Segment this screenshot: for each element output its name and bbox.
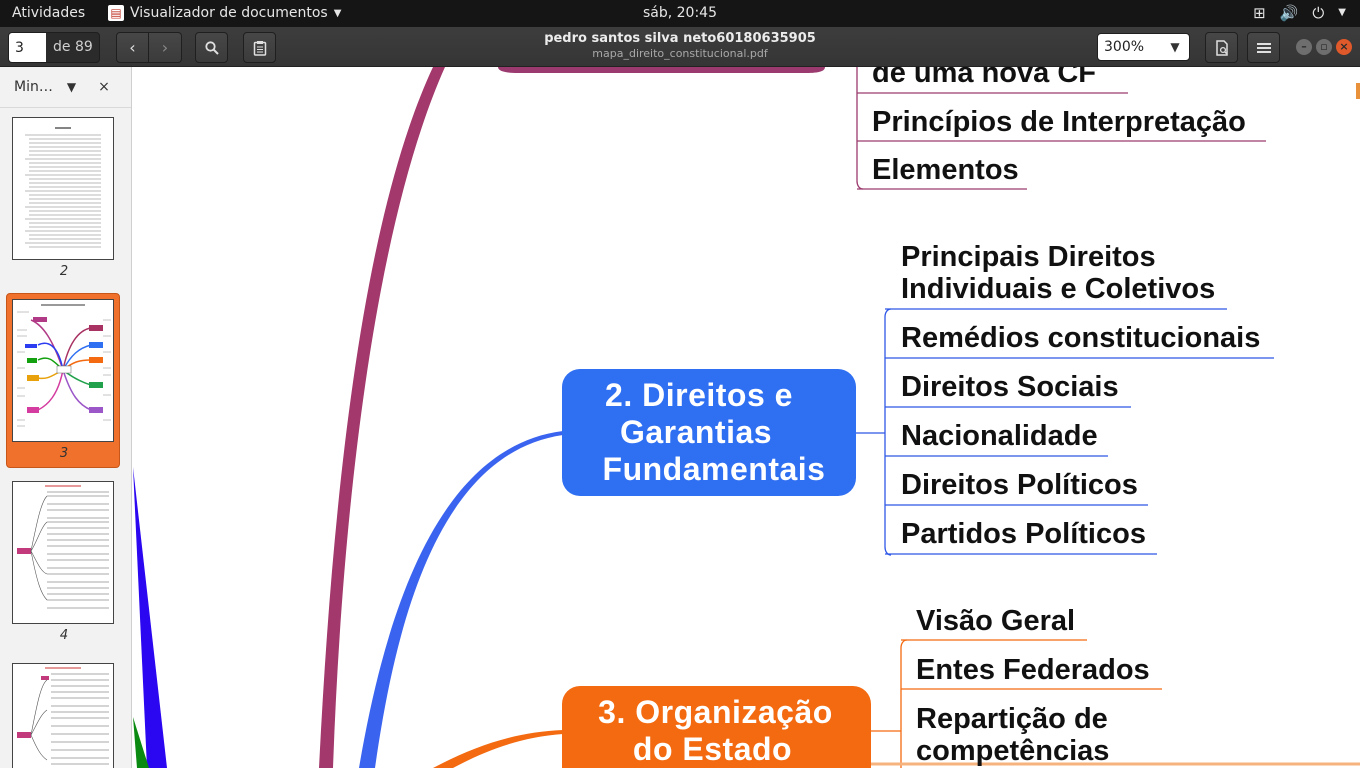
scroll-indicator[interactable] xyxy=(1356,83,1360,99)
mindmap-leaf: Principais Direitos xyxy=(901,241,1156,273)
node-line: Fundamentais xyxy=(602,451,826,487)
thumbnail-number-4: 4 xyxy=(59,628,69,643)
system-tray[interactable]: ⊞ 🔊 ⏻ ▼ xyxy=(1253,4,1346,22)
previous-page-button[interactable]: ‹ xyxy=(116,32,149,63)
chevron-down-icon[interactable]: ▼ xyxy=(67,80,76,94)
mindmap-leaf: Partidos Políticos xyxy=(901,518,1146,550)
search-button[interactable] xyxy=(195,32,228,63)
document-viewer-icon: ▤ xyxy=(108,5,124,21)
network-icon[interactable]: ⊞ xyxy=(1253,4,1266,22)
app-menu[interactable]: ▤ Visualizador de documentos ▼ xyxy=(108,5,341,21)
mindmap-leaf: Nacionalidade xyxy=(901,420,1098,452)
close-icon[interactable]: × xyxy=(98,79,110,95)
page-number-input[interactable] xyxy=(9,33,46,62)
mindmap-leaf: Direitos Sociais xyxy=(901,371,1119,403)
chevron-down-icon: ▼ xyxy=(333,7,342,19)
mindmap-leaf: Entes Federados xyxy=(916,654,1150,686)
node-purple-bottom xyxy=(498,67,825,73)
mindmap-leaf: Elementos xyxy=(872,154,1019,186)
thumbnail-preview-tree xyxy=(17,667,109,765)
document-properties-button[interactable] xyxy=(1205,32,1238,63)
mindmap-leaf: Direitos Políticos xyxy=(901,469,1138,501)
main-menu-button[interactable] xyxy=(1247,32,1280,63)
thumbnail-preview-mindmap xyxy=(17,304,111,427)
thumbnail-page-4[interactable] xyxy=(12,481,114,624)
volume-icon[interactable]: 🔊 xyxy=(1280,4,1299,22)
zoom-value: 300% xyxy=(1104,39,1145,55)
thumbnail-page-2[interactable] xyxy=(12,117,114,260)
maximize-button[interactable]: ▫ xyxy=(1316,39,1332,55)
maximize-icon: ▫ xyxy=(1320,40,1328,53)
document-view[interactable]: de uma nova CF Princípios de Interpretaç… xyxy=(133,67,1360,768)
annotations-button[interactable] xyxy=(243,32,276,63)
thumbnail-number-2: 2 xyxy=(59,264,69,279)
minimize-icon: – xyxy=(1301,40,1307,53)
node-line: Garantias xyxy=(619,414,773,450)
search-icon xyxy=(204,40,219,55)
chevron-down-icon[interactable]: ▼ xyxy=(1338,4,1346,22)
top-bar: Atividades ▤ Visualizador de documentos … xyxy=(0,0,1360,27)
branch-blue xyxy=(359,431,563,768)
mindmap-leaf: de uma nova CF xyxy=(872,67,1096,89)
app-menu-label: Visualizador de documentos xyxy=(130,5,328,21)
minimize-button[interactable]: – xyxy=(1296,39,1312,55)
mindmap-leaf: Remédios constitucionais xyxy=(901,322,1261,354)
mindmap-leaf: Repartição de xyxy=(916,703,1108,735)
thumbnail-preview-toc xyxy=(25,127,101,248)
mindmap-leaf: Princípios de Interpretação xyxy=(872,106,1246,138)
mindmap-node-direitos-garantias: 2. Direitos e Garantias Fundamentais xyxy=(562,369,856,496)
page-count: de 89 xyxy=(53,39,93,55)
mindmap-leaf: Individuais e Coletivos xyxy=(901,273,1216,305)
mindmap-leaf: Visão Geral xyxy=(916,605,1076,637)
node-line: 3. Organização xyxy=(598,694,833,730)
sidebar-header: Min… ▼ × xyxy=(0,67,131,108)
document-icon xyxy=(1215,39,1228,56)
hamburger-menu-icon xyxy=(1256,42,1271,53)
thumbnail-page-3[interactable] xyxy=(12,299,114,442)
close-icon: × xyxy=(1339,40,1349,53)
page-selector: de 89 xyxy=(8,32,100,63)
node-line: do Estado xyxy=(632,731,793,767)
page-nav: ‹ › xyxy=(116,32,182,63)
node-line: 2. Direitos e xyxy=(605,377,793,413)
activities-button[interactable]: Atividades xyxy=(12,5,85,21)
sidebar-mode-label[interactable]: Min… xyxy=(14,79,53,95)
branch-blue-left xyxy=(133,467,167,768)
mindmap-node-organizacao-estado: 3. Organização do Estado xyxy=(562,686,871,768)
chevron-down-icon: ▼ xyxy=(1170,40,1180,54)
thumbnail-preview-tree xyxy=(17,485,109,609)
next-page-button[interactable]: › xyxy=(149,32,182,63)
branch-orange xyxy=(433,730,563,768)
close-window-button[interactable]: × xyxy=(1336,39,1352,55)
mindmap-leaf: competências xyxy=(916,735,1110,767)
power-icon[interactable]: ⏻ xyxy=(1312,4,1324,22)
chevron-left-icon: ‹ xyxy=(129,38,136,57)
thumbnails-sidebar: Min… ▼ × 2 3 4 xyxy=(0,67,132,768)
chevron-right-icon: › xyxy=(161,38,169,57)
zoom-select[interactable]: 300% ▼ xyxy=(1097,33,1190,61)
thumbnail-page-5[interactable] xyxy=(12,663,114,768)
clock[interactable]: sáb, 20:45 xyxy=(643,5,717,21)
thumbnail-number-3: 3 xyxy=(59,446,69,461)
clipboard-icon xyxy=(253,40,266,56)
header-bar: de 89 ‹ › pedro santos silva neto6018063… xyxy=(0,27,1360,67)
